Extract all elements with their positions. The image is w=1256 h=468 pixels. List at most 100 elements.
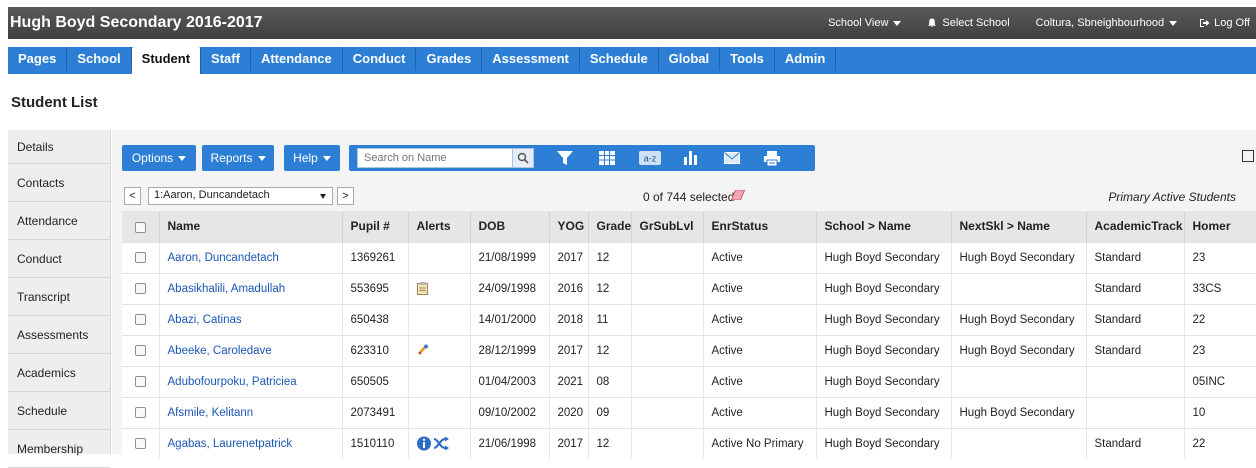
alerts-cell bbox=[408, 334, 471, 366]
tab-conduct[interactable]: Conduct bbox=[343, 47, 417, 71]
table-row[interactable]: Afsmile, Kelitann 2073491 09/10/2002 2020 09… bbox=[122, 396, 1256, 428]
tab-pages[interactable]: Pages bbox=[8, 47, 68, 71]
row-select-cell bbox=[122, 334, 160, 366]
pupil-cell: 1369261 bbox=[342, 241, 409, 273]
row-checkbox[interactable] bbox=[135, 251, 146, 263]
search-icon[interactable] bbox=[512, 148, 534, 168]
tab-attendance[interactable]: Attendance bbox=[251, 47, 343, 71]
row-select-cell bbox=[122, 241, 160, 273]
top-bar: Hugh Boyd Secondary 2016-2017 School Vie… bbox=[8, 7, 1256, 39]
options-button[interactable]: Options bbox=[122, 145, 196, 171]
notes-icon[interactable] bbox=[416, 282, 429, 295]
tab-tools[interactable]: Tools bbox=[720, 47, 775, 71]
toolbar-strip: a-z bbox=[349, 145, 815, 171]
track-cell: Standard bbox=[1086, 241, 1185, 273]
row-checkbox[interactable] bbox=[135, 313, 146, 325]
print-icon[interactable] bbox=[763, 149, 781, 167]
student-name-link[interactable]: Abasikhalili, Amadullah bbox=[168, 283, 286, 295]
school-cell: Hugh Boyd Secondary bbox=[816, 396, 952, 428]
chart-icon[interactable] bbox=[682, 149, 700, 167]
tab-assessment[interactable]: Assessment bbox=[482, 47, 580, 71]
reports-button[interactable]: Reports bbox=[202, 145, 274, 171]
select-school-button[interactable]: Select School bbox=[927, 17, 1010, 29]
eraser-icon[interactable] bbox=[731, 190, 745, 200]
grid-icon[interactable] bbox=[598, 149, 616, 167]
side-item-contacts[interactable]: Contacts bbox=[8, 164, 110, 202]
yog-cell: 2016 bbox=[549, 272, 589, 304]
column-header[interactable]: Grade bbox=[588, 211, 632, 242]
school-view-menu[interactable]: School View bbox=[828, 17, 902, 29]
table-row[interactable]: Abasikhalili, Amadullah 553695 24/09/1998 2… bbox=[122, 272, 1256, 304]
dob-cell: 21/06/1998 bbox=[470, 427, 550, 459]
email-icon[interactable] bbox=[723, 149, 741, 167]
table-row[interactable]: Abeeke, Caroledave 623310 28/12/1999 2017 12… bbox=[122, 334, 1256, 366]
bell-icon bbox=[928, 18, 937, 28]
column-header[interactable]: EnrStatus bbox=[703, 211, 817, 242]
row-checkbox[interactable] bbox=[135, 344, 146, 356]
student-name-link[interactable]: Aaron, Duncandetach bbox=[168, 252, 279, 264]
column-header[interactable]: Alerts bbox=[408, 211, 471, 242]
tab-schedule[interactable]: Schedule bbox=[580, 47, 659, 71]
table-row[interactable]: Abazi, Catinas 650438 14/01/2000 2018 11 Acti… bbox=[122, 303, 1256, 335]
tab-student[interactable]: Student bbox=[131, 47, 202, 74]
prev-student-button[interactable]: < bbox=[124, 187, 141, 205]
user-menu[interactable]: Coltura, Sbneighbourhood bbox=[1036, 17, 1178, 29]
popout-icon[interactable] bbox=[1242, 150, 1254, 162]
help-button[interactable]: Help bbox=[284, 145, 340, 171]
select-all-checkbox[interactable] bbox=[135, 221, 146, 233]
tab-staff[interactable]: Staff bbox=[201, 47, 251, 71]
side-item-membership[interactable]: Membership bbox=[8, 430, 110, 468]
side-item-attendance[interactable]: Attendance bbox=[8, 202, 110, 240]
student-name-link[interactable]: Abazi, Catinas bbox=[168, 314, 242, 326]
student-name-link[interactable]: Adubofourpoku, Patriciea bbox=[168, 376, 297, 388]
column-header[interactable]: GrSubLvl bbox=[631, 211, 704, 242]
student-select-value: 1:Aaron, Duncandetach bbox=[154, 189, 270, 201]
side-item-schedule[interactable]: Schedule bbox=[8, 392, 110, 430]
column-header[interactable]: YOG bbox=[549, 211, 589, 242]
next-student-button[interactable]: > bbox=[337, 187, 354, 205]
medical-icon[interactable] bbox=[417, 344, 429, 356]
side-item-conduct[interactable]: Conduct bbox=[8, 240, 110, 278]
search-input[interactable] bbox=[357, 148, 522, 168]
student-select[interactable]: 1:Aaron, Duncandetach bbox=[148, 187, 333, 205]
side-item-details[interactable]: Details bbox=[8, 130, 110, 164]
filter-name[interactable]: Primary Active Students bbox=[1108, 190, 1236, 204]
info-shuffle-icon[interactable] bbox=[416, 436, 451, 451]
dob-cell: 14/01/2000 bbox=[470, 303, 550, 335]
column-header[interactable]: Homer bbox=[1184, 211, 1256, 242]
tab-school[interactable]: School bbox=[67, 47, 132, 71]
side-item-transcript[interactable]: Transcript bbox=[8, 278, 110, 316]
tab-grades[interactable]: Grades bbox=[416, 47, 483, 71]
column-header[interactable]: AcademicTrack bbox=[1086, 211, 1185, 242]
alerts-cell bbox=[408, 303, 471, 335]
sort-az-icon[interactable]: a-z bbox=[639, 149, 661, 167]
side-item-assessments[interactable]: Assessments bbox=[8, 316, 110, 354]
tab-global[interactable]: Global bbox=[659, 47, 721, 71]
column-header[interactable]: NextSkl > Name bbox=[951, 211, 1087, 242]
student-name-link[interactable]: Afsmile, Kelitann bbox=[168, 407, 254, 419]
grade-cell: 08 bbox=[588, 365, 632, 397]
row-checkbox[interactable] bbox=[135, 438, 146, 450]
column-header[interactable]: Name bbox=[159, 211, 343, 242]
tab-admin[interactable]: Admin bbox=[775, 47, 837, 71]
row-checkbox[interactable] bbox=[135, 282, 146, 294]
pupil-cell: 553695 bbox=[342, 272, 409, 304]
logoff-button[interactable]: Log Off bbox=[1199, 17, 1250, 29]
row-checkbox[interactable] bbox=[135, 406, 146, 418]
subl-cell bbox=[631, 241, 704, 273]
pupil-cell: 650438 bbox=[342, 303, 409, 335]
student-name-link[interactable]: Agabas, Laurenetpatrick bbox=[168, 438, 293, 450]
school-title: Hugh Boyd Secondary 2016-2017 bbox=[10, 14, 263, 31]
filter-icon[interactable] bbox=[556, 149, 574, 167]
dob-cell: 21/08/1999 bbox=[470, 241, 550, 273]
column-header[interactable]: Pupil # bbox=[342, 211, 409, 242]
table-row[interactable]: Adubofourpoku, Patriciea 650505 01/04/2003… bbox=[122, 365, 1256, 397]
home-cell: 05INC bbox=[1184, 365, 1256, 397]
column-header[interactable]: School > Name bbox=[816, 211, 952, 242]
side-item-academics[interactable]: Academics bbox=[8, 354, 110, 392]
row-checkbox[interactable] bbox=[135, 375, 146, 387]
table-row[interactable]: Aaron, Duncandetach 1369261 21/08/1999 2017… bbox=[122, 241, 1256, 273]
student-name-link[interactable]: Abeeke, Caroledave bbox=[168, 345, 272, 357]
table-row[interactable]: Agabas, Laurenetpatrick 1510110 21/06/1998… bbox=[122, 427, 1256, 459]
column-header[interactable]: DOB bbox=[470, 211, 550, 242]
